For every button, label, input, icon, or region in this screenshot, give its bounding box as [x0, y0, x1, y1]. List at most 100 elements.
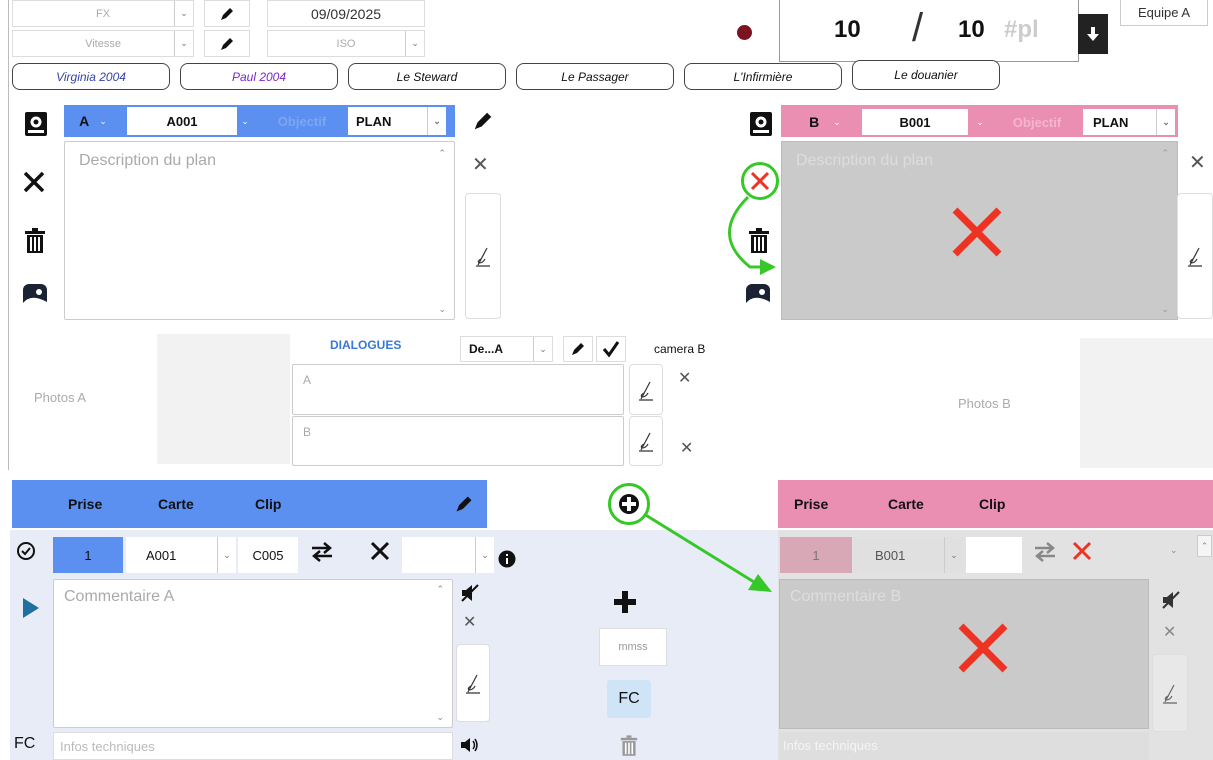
take-a-carte-select[interactable]: A001 ⌄: [126, 537, 236, 573]
mute-icon[interactable]: [460, 583, 480, 603]
scroll-up-icon[interactable]: ⌃: [1197, 535, 1212, 557]
panel-b-letter-select[interactable]: B ⌄: [790, 110, 860, 134]
camera-a-icon[interactable]: [24, 111, 48, 137]
take-b-carte-select[interactable]: B001 ⌄: [853, 537, 963, 573]
photos-a-label: Photos A: [34, 390, 87, 405]
chevron-down-icon[interactable]: ⌄: [1170, 545, 1178, 556]
dialogue-a-clear-icon[interactable]: ✕: [678, 368, 691, 388]
panel-a-description[interactable]: Description du plan ⌃ ⌄: [64, 141, 455, 320]
scroll-down-icon[interactable]: ⌄: [438, 304, 446, 315]
vitesse-edit-button[interactable]: [204, 30, 250, 57]
trash-icon[interactable]: [620, 735, 638, 757]
scroll-up-icon[interactable]: ⌃: [1161, 148, 1169, 159]
trash-icon[interactable]: [24, 228, 46, 254]
dialogue-a-placeholder: A: [303, 373, 312, 387]
dialogue-a-field[interactable]: A: [292, 364, 624, 415]
panel-b-clear-icon[interactable]: ✕: [1189, 150, 1206, 175]
plus-icon: [619, 494, 639, 514]
close-icon[interactable]: [748, 169, 772, 193]
team-label[interactable]: Equipe A: [1120, 0, 1208, 26]
character-pill-passager[interactable]: Le Passager: [516, 63, 674, 90]
character-pill-douanier[interactable]: Le douanier: [852, 60, 1000, 90]
dialogue-b-signature-button[interactable]: [629, 416, 663, 466]
take-b-prise-field[interactable]: 1: [780, 537, 852, 573]
photos-b-area[interactable]: [1080, 338, 1213, 468]
photos-a-area[interactable]: [157, 334, 290, 464]
record-indicator: [737, 25, 752, 40]
take-a-clear-icon[interactable]: ✕: [463, 612, 476, 632]
character-pill-steward[interactable]: Le Steward: [348, 63, 506, 90]
take-a-extra-select[interactable]: ⌄: [402, 537, 494, 573]
trash-icon[interactable]: [748, 228, 770, 254]
delete-take-icon[interactable]: [1071, 540, 1093, 562]
chevron-down-icon[interactable]: ⌄: [970, 109, 990, 135]
scroll-up-icon[interactable]: ⌃: [438, 148, 446, 159]
take-b-clear-icon[interactable]: ✕: [1163, 622, 1176, 642]
timecode-input[interactable]: mmss: [599, 628, 667, 666]
dialogue-a-signature-button[interactable]: [629, 364, 663, 415]
dialogue-b-placeholder: B: [303, 425, 312, 439]
signature-icon: [1163, 684, 1177, 704]
dialogues-check-button[interactable]: [596, 336, 626, 362]
play-icon[interactable]: [22, 597, 40, 619]
panel-b-code-field[interactable]: B001: [862, 109, 968, 135]
dialogue-b-field[interactable]: B: [292, 416, 624, 466]
vitesse-select[interactable]: Vitesse ⌄: [12, 30, 194, 57]
take-a-clip-field[interactable]: C005: [238, 537, 298, 573]
date-field[interactable]: 09/09/2025: [267, 0, 425, 27]
counter-down-button[interactable]: [1078, 14, 1108, 54]
panel-a-plan-select[interactable]: PLAN ⌄: [348, 107, 446, 135]
swap-icon[interactable]: [1033, 541, 1057, 563]
take-b-comment[interactable]: Commentaire B: [779, 579, 1149, 729]
image-icon[interactable]: [22, 283, 48, 309]
signature-icon: [639, 432, 653, 452]
timecode-placeholder: mmss: [618, 641, 648, 653]
take-a-comment[interactable]: Commentaire A ⌃ ⌄: [53, 579, 453, 728]
take-a-prise-field[interactable]: 1: [53, 537, 123, 573]
panel-b-plan-select[interactable]: PLAN ⌄: [1083, 109, 1175, 135]
take-a-fc-button[interactable]: FC: [14, 735, 35, 753]
speaker-icon[interactable]: [460, 737, 480, 753]
character-pill-infirmiere[interactable]: L'Infirmière: [684, 63, 842, 90]
image-icon[interactable]: [745, 283, 771, 309]
chevron-down-icon[interactable]: ⌄: [236, 107, 254, 135]
take-a-signature-button[interactable]: [456, 644, 490, 722]
panel-b-signature-button[interactable]: [1177, 193, 1213, 319]
take-b-clip-field[interactable]: [966, 537, 1022, 573]
camera-b-icon[interactable]: [749, 111, 773, 137]
swap-icon[interactable]: [310, 541, 334, 563]
dialogues-select[interactable]: De...A ⌄: [460, 336, 553, 362]
info-icon[interactable]: [498, 550, 516, 568]
panel-a-clear-icon[interactable]: ✕: [472, 152, 489, 177]
take-a-edit-button[interactable]: [440, 480, 487, 528]
panel-a-code-field[interactable]: A001: [127, 107, 237, 135]
panel-b-objectif-field[interactable]: Objectif: [993, 109, 1081, 135]
check-circle-icon[interactable]: [16, 541, 36, 561]
take-a-header: Prise Carte Clip: [12, 480, 487, 528]
check-icon: [602, 341, 620, 358]
delete-take-icon[interactable]: [369, 540, 391, 562]
fx-select[interactable]: FX ⌄: [12, 0, 194, 27]
panel-a-edit-button[interactable]: [472, 110, 494, 132]
mute-icon[interactable]: [1161, 590, 1181, 610]
scroll-up-icon[interactable]: ⌃: [436, 584, 444, 595]
panel-a-signature-button[interactable]: [465, 193, 501, 319]
panel-a-objectif-field[interactable]: Objectif: [258, 107, 346, 135]
fc-button[interactable]: FC: [607, 680, 651, 718]
scroll-down-icon[interactable]: ⌄: [1161, 304, 1169, 315]
dialogue-b-clear-icon[interactable]: ✕: [680, 438, 693, 458]
take-a-infos-field[interactable]: Infos techniques: [53, 732, 453, 760]
panel-b-description[interactable]: Description du plan ⌃ ⌄: [781, 141, 1178, 320]
scroll-down-icon[interactable]: ⌄: [436, 712, 444, 723]
iso-select[interactable]: ISO ⌄: [267, 30, 425, 57]
fx-edit-button[interactable]: [204, 0, 250, 27]
take-b-infos-field[interactable]: Infos techniques: [779, 732, 1149, 760]
signature-icon: [1188, 247, 1202, 267]
dialogues-edit-button[interactable]: [563, 336, 593, 362]
character-pill-paul[interactable]: Paul 2004: [180, 63, 338, 90]
character-pill-virginia[interactable]: Virginia 2004: [12, 63, 170, 90]
close-icon[interactable]: [22, 170, 46, 194]
plus-icon[interactable]: [613, 590, 637, 614]
panel-a-letter-select[interactable]: A ⌄: [64, 105, 122, 137]
take-b-signature-button[interactable]: [1152, 654, 1188, 732]
